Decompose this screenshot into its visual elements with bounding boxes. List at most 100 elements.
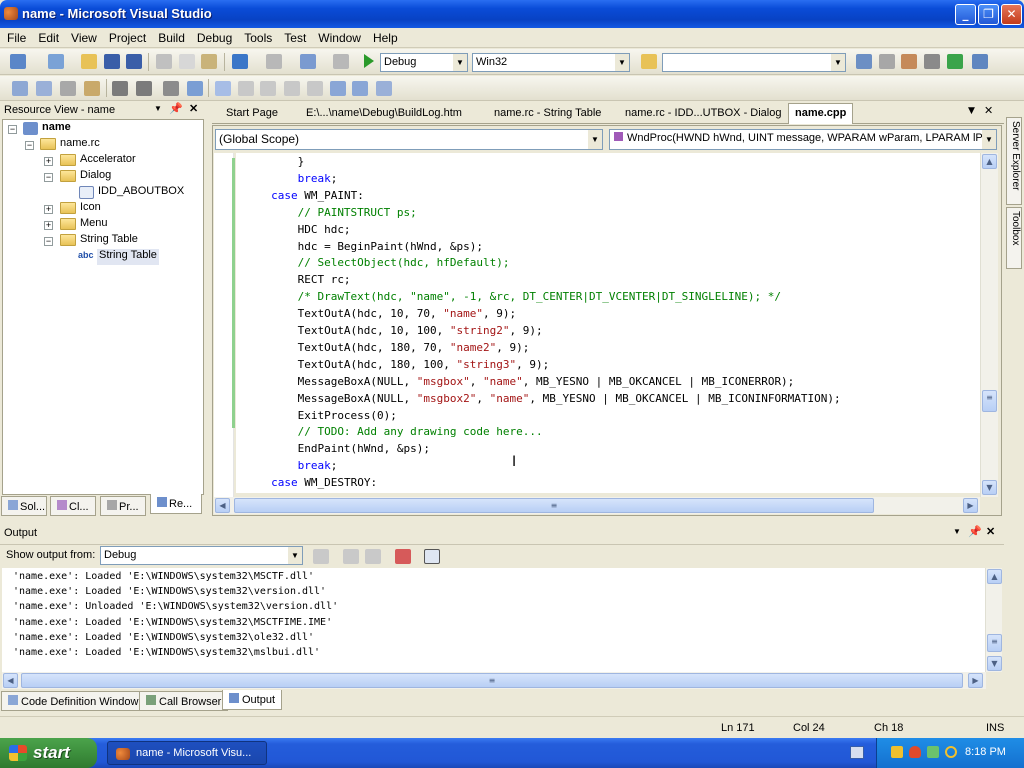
find-combo[interactable]: ▼ [662,53,846,72]
code-line[interactable]: break; [298,170,338,187]
parameter-info-icon[interactable] [60,81,76,96]
taskbar-item-visual-studio[interactable]: name - Microsoft Visu... [107,741,267,765]
tree-item-string-table[interactable]: String Table [97,249,159,265]
bookmark-toggle-icon[interactable] [215,81,231,96]
bookmark-next-icon[interactable] [260,81,276,96]
code-line[interactable]: case WM_PAINT: [271,187,364,204]
scroll-thumb[interactable]: ≡ [982,390,997,412]
show-output-select[interactable]: Debug ▼ [100,546,303,565]
menu-test[interactable]: Test [278,28,312,48]
panel-menu-icon[interactable]: ▼ [953,527,961,536]
code-line[interactable]: ExitProcess(0); [298,407,397,424]
tree-item-menu[interactable]: Menu [80,217,108,233]
toolbox-tab[interactable]: Toolbox [1006,207,1022,269]
tree-rc-file[interactable]: name.rc [60,137,100,153]
output-text-area[interactable]: 'name.exe': Loaded 'E:\WINDOWS\system32\… [2,568,986,672]
list-members-icon[interactable] [36,81,52,96]
tab-string-table[interactable]: name.rc - String Table [488,104,607,124]
copy-icon[interactable] [179,54,195,69]
scroll-down-icon[interactable]: ▼ [987,656,1002,671]
start-button[interactable]: start [0,738,97,768]
code-line[interactable]: break; [298,457,338,474]
start-page-icon[interactable] [947,54,963,69]
expand-toggle[interactable]: − [44,237,53,246]
expand-toggle[interactable]: + [44,157,53,166]
code-line[interactable]: // TODO: Add any drawing code here... [298,423,543,440]
editor-horizontal-scrollbar[interactable]: ◀ ≡ ▶ [214,497,980,514]
scroll-down-icon[interactable]: ▼ [982,480,997,495]
code-text-area[interactable]: } break; case WM_PAINT:// PAINTSTRUCT ps; H… [236,153,980,493]
tree-item-icon[interactable]: Icon [80,201,101,217]
code-line[interactable]: TextOutA(hdc, 180, 70, "name2", 9); [298,339,530,356]
scroll-right-icon[interactable]: ▶ [963,498,978,513]
solution-explorer-icon[interactable] [856,54,872,69]
scroll-up-icon[interactable]: ▲ [987,569,1002,584]
close-button[interactable]: ✕ [1001,4,1022,25]
scope-select[interactable]: (Global Scope) ▼ [215,129,603,150]
expand-toggle[interactable]: − [8,125,17,134]
find-message-icon[interactable] [313,549,329,564]
tab-name-cpp[interactable]: name.cpp [788,103,854,124]
server-explorer-tab[interactable]: Server Explorer [1006,117,1022,205]
code-line[interactable]: TextOutA(hdc, 10, 70, "name", 9); [298,305,517,322]
expand-toggle[interactable]: + [44,205,53,214]
code-line[interactable]: case WM_DESTROY: [271,474,377,491]
next-message-icon[interactable] [365,549,381,564]
output-horizontal-scrollbar[interactable]: ◀ ≡ ▶ [2,672,986,689]
object-browser-icon[interactable] [901,54,917,69]
pin-icon[interactable]: 📌 [968,525,982,538]
increase-indent-icon[interactable] [136,81,152,96]
tray-icon[interactable] [891,746,903,758]
security-shield-icon[interactable] [909,746,921,758]
code-line[interactable]: // PAINTSTRUCT ps; [298,204,417,221]
member-select[interactable]: WndProc(HWND hWnd, UINT message, WPARAM … [609,129,997,150]
tab-dialog[interactable]: name.rc - IDD...UTBOX - Dialog [619,104,787,124]
add-item-icon[interactable] [48,54,64,69]
expand-toggle[interactable]: − [44,173,53,182]
scroll-left-icon[interactable]: ◀ [3,673,18,688]
language-bar-icon[interactable] [850,746,864,759]
start-debugging-icon[interactable] [364,54,374,68]
tree-item-accelerator[interactable]: Accelerator [80,153,136,169]
code-line[interactable]: TextOutA(hdc, 180, 100, "string3", 9); [298,356,550,373]
code-line[interactable]: hdc = BeginPaint(hWnd, &ps); [298,238,483,255]
code-line[interactable]: EndPaint(hWnd, &ps); [298,440,430,457]
scroll-right-icon[interactable]: ▶ [968,673,983,688]
bookmark-folder-prev-icon[interactable] [284,81,300,96]
word-wrap-icon[interactable] [424,549,440,564]
toolbox-icon[interactable] [924,54,940,69]
properties-window-icon[interactable] [879,54,895,69]
menu-project[interactable]: Project [103,28,152,48]
clear-all-icon[interactable] [395,549,411,564]
navigate-back-icon[interactable] [300,54,316,69]
redo-icon[interactable] [266,54,282,69]
panel-close-icon[interactable]: ✕ [189,102,198,115]
menu-edit[interactable]: Edit [32,28,65,48]
window-layout-icon[interactable] [972,54,988,69]
search-icon[interactable] [945,746,957,758]
scroll-up-icon[interactable]: ▲ [982,154,997,169]
tree-item-dialog[interactable]: Dialog [80,169,111,185]
resource-icon[interactable] [12,81,28,96]
tab-output[interactable]: Output [222,690,283,710]
solution-configuration-select[interactable]: Debug ▼ [380,53,468,72]
clear-bookmarks-icon[interactable] [376,81,392,96]
menu-help[interactable]: Help [367,28,404,48]
bookmark-file-prev-icon[interactable] [330,81,346,96]
navigate-forward-icon[interactable] [333,54,349,69]
menu-window[interactable]: Window [312,28,367,48]
code-line[interactable]: RECT rc; [298,271,351,288]
tab-class-view[interactable]: Cl... [50,496,96,516]
code-line[interactable]: HDC hdc; [298,221,351,238]
h-scroll-thumb[interactable]: ≡ [234,498,874,513]
bookmark-file-next-icon[interactable] [352,81,368,96]
menu-view[interactable]: View [65,28,103,48]
tab-solution-explorer[interactable]: Sol... [1,496,47,516]
minimize-button[interactable]: _ [955,4,976,25]
tree-item-idd-aboutbox[interactable]: IDD_ABOUTBOX [98,185,184,201]
tab-resource-view[interactable]: Re... [150,494,202,514]
tab-property-manager[interactable]: Pr... [100,496,146,516]
bookmark-folder-next-icon[interactable] [307,81,323,96]
tab-start-page[interactable]: Start Page [220,104,284,124]
editor-vertical-scrollbar[interactable]: ▲ ≡ ▼ [980,153,998,497]
